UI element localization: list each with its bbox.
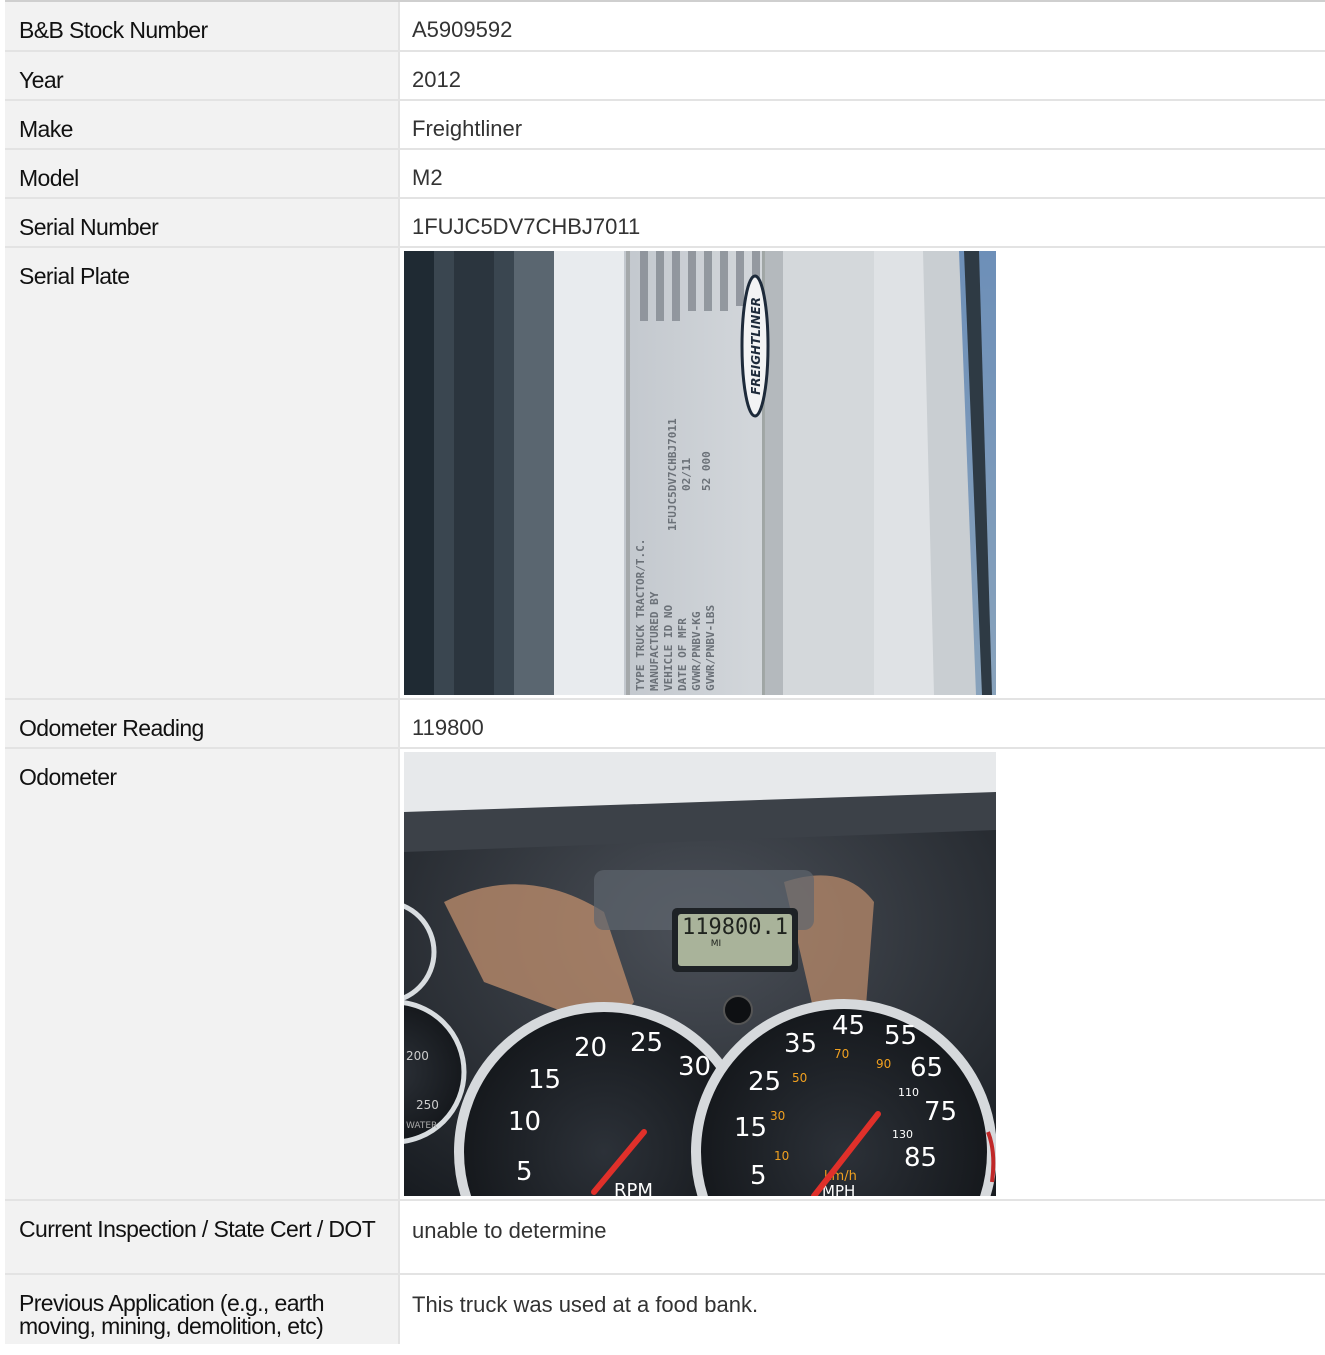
- plate-line-3: VEHICLE ID NO: [662, 605, 675, 691]
- temp-label: WATER: [406, 1121, 437, 1131]
- kmh-tick-70: 70: [834, 1047, 849, 1061]
- odometer-photo[interactable]: 119800.1 MI 200 250 WATER 5 10 15 20 25 …: [404, 752, 996, 1196]
- mph-tick-15: 15: [734, 1113, 767, 1143]
- vehicle-spec-sheet: B&B Stock Number A5909592 Year 2012 Make…: [5, 0, 1325, 1344]
- plate-line-5: GVWR/PNBV-KG: [690, 611, 703, 691]
- plate-line-1: TYPE TRUCK TRACTOR/T.C.: [634, 539, 647, 691]
- spec-table: B&B Stock Number A5909592 Year 2012 Make…: [5, 2, 1325, 1344]
- stock-number-value: A5909592: [399, 2, 1325, 52]
- rpm-tick-10: 10: [508, 1107, 541, 1137]
- make-value: Freightliner: [399, 100, 1325, 150]
- serial-number-value: 1FUJC5DV7CHBJ7011: [399, 198, 1325, 248]
- model-value: M2: [399, 149, 1325, 199]
- kmh-tick-90: 90: [876, 1057, 891, 1071]
- inspection-value: unable to determine: [399, 1200, 1325, 1275]
- kmh-tick-30: 30: [770, 1109, 785, 1123]
- row-odometer-reading: Odometer Reading 119800: [5, 699, 1325, 749]
- serial-plate-photo[interactable]: TYPE TRUCK TRACTOR/T.C. MANUFACTURED BY …: [404, 251, 996, 695]
- serial-plate-label: Serial Plate: [5, 247, 400, 700]
- freightliner-badge-text: FREIGHTLINER: [749, 297, 763, 395]
- mph-tick-35: 35: [784, 1029, 817, 1059]
- inspection-label: Current Inspection / State Cert / DOT: [5, 1200, 400, 1275]
- lcd-value: 119800.1: [682, 915, 788, 940]
- rpm-tick-5: 5: [516, 1157, 533, 1187]
- mph-tick-45: 45: [832, 1011, 865, 1041]
- rpm-label: RPM: [614, 1180, 653, 1196]
- odometer-reading-value: 119800: [399, 699, 1325, 749]
- mph-tick-75: 75: [924, 1097, 957, 1127]
- lcd-unit: MI: [711, 939, 721, 949]
- serial-number-label: Serial Number: [5, 198, 400, 248]
- mph-tick-5: 5: [750, 1161, 767, 1191]
- plate-line-6: GVWR/PNBV-LBS: [704, 605, 717, 691]
- row-inspection: Current Inspection / State Cert / DOT un…: [5, 1200, 1325, 1275]
- odometer-reading-label: Odometer Reading: [5, 699, 400, 749]
- rpm-tick-20: 20: [574, 1033, 607, 1063]
- mph-tick-85: 85: [904, 1143, 937, 1173]
- year-label: Year: [5, 51, 400, 101]
- row-stock-number: B&B Stock Number A5909592: [5, 2, 1325, 52]
- plate-gvwr: 52 000: [700, 451, 713, 491]
- stock-number-label: B&B Stock Number: [5, 2, 400, 52]
- model-label: Model: [5, 149, 400, 199]
- mph-tick-25: 25: [748, 1067, 781, 1097]
- row-odometer: Odometer 119800.1 MI 200 250 WATER 5 10 …: [5, 748, 1325, 1201]
- plate-line-2: MANUFACTURED BY: [648, 591, 661, 691]
- row-model: Model M2: [5, 149, 1325, 199]
- kmh-tick-110: 110: [898, 1086, 919, 1099]
- kmh-tick-50: 50: [792, 1071, 807, 1085]
- previous-application-label: Previous Application (e.g., earth moving…: [5, 1274, 400, 1344]
- row-serial-plate: Serial Plate TYPE TRUCK TRACTOR/T.C. MAN…: [5, 247, 1325, 700]
- make-label: Make: [5, 100, 400, 150]
- odometer-label: Odometer: [5, 748, 400, 1201]
- row-previous-application: Previous Application (e.g., earth moving…: [5, 1274, 1325, 1344]
- plate-vin: 1FUJC5DV7CHBJ7011: [666, 418, 679, 531]
- kmh-tick-130: 130: [892, 1128, 913, 1141]
- previous-application-value: This truck was used at a food bank.: [399, 1274, 1325, 1344]
- mph-tick-65: 65: [910, 1053, 943, 1083]
- temp-tick-250: 250: [416, 1098, 439, 1112]
- year-value: 2012: [399, 51, 1325, 101]
- row-serial-number: Serial Number 1FUJC5DV7CHBJ7011: [5, 198, 1325, 248]
- plate-line-4: DATE OF MFR: [676, 618, 689, 691]
- plate-date: 02/11: [680, 458, 693, 491]
- temp-tick-200: 200: [406, 1049, 429, 1063]
- mph-tick-55: 55: [884, 1021, 917, 1051]
- row-year: Year 2012: [5, 51, 1325, 101]
- rpm-tick-25: 25: [630, 1028, 663, 1058]
- rpm-tick-15: 15: [528, 1065, 561, 1095]
- rpm-tick-30: 30: [678, 1052, 711, 1082]
- row-make: Make Freightliner: [5, 100, 1325, 150]
- kmh-tick-10: 10: [774, 1149, 789, 1163]
